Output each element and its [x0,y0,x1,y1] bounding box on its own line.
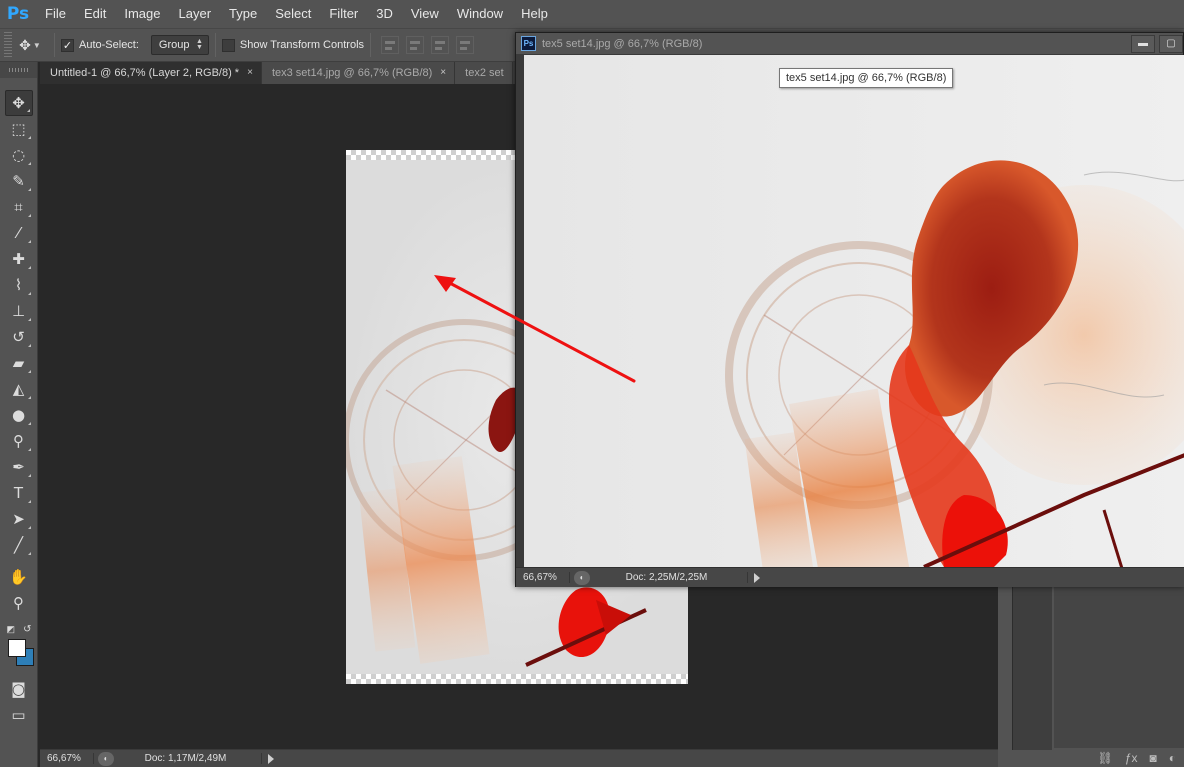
options-grip[interactable] [4,32,12,58]
clone-stamp-tool-icon[interactable]: ⊥ [5,298,33,324]
adjustment-layer-icon[interactable]: ◐ [1169,751,1176,765]
quick-selection-tool-icon[interactable]: ✎ [5,168,33,194]
crop-tool-icon[interactable]: ⌗ [5,194,33,220]
tab-tex3[interactable]: tex3 set14.jpg @ 66,7% (RGB/8) × [261,62,456,84]
document-tabs: Untitled-1 @ 66,7% (Layer 2, RGB/8) * × … [40,62,520,84]
menu-help[interactable]: Help [512,0,557,28]
layer-mask-icon[interactable]: ◙ [1150,751,1157,765]
floating-document-window[interactable]: Ps tex5 set14.jpg @ 66,7% (RGB/8) ▬ ▢ 66… [515,32,1184,587]
proof-icon[interactable]: ◐ [98,751,114,766]
healing-brush-tool-icon[interactable]: ✚ [5,246,33,272]
zoom-level[interactable]: 66,67% [40,753,94,764]
document-size-info: Doc: 1,17M/2,49M [122,753,262,764]
dropdown-value: Group [158,39,190,51]
show-transform-controls-label: Show Transform Controls [239,39,365,51]
link-layers-icon[interactable]: ⛓ [1098,751,1113,765]
menu-bar: Ps File Edit Image Layer Type Select Fil… [0,0,1184,28]
status-bar: 66,67% ◐ Doc: 1,17M/2,49M [40,749,998,767]
paint-bucket-tool-icon[interactable]: ◭ [5,376,33,402]
menu-window[interactable]: Window [448,0,512,28]
status-menu-arrow-icon[interactable] [268,753,274,764]
layers-panel-footer: ⛓ ƒx ◙ ◐ [1054,748,1184,767]
window-title-bar[interactable]: Ps tex5 set14.jpg @ 66,7% (RGB/8) ▬ ▢ [516,33,1183,55]
tab-untitled-1[interactable]: Untitled-1 @ 66,7% (Layer 2, RGB/8) * × [40,62,262,84]
line-tool-icon[interactable]: ╱ [5,532,33,558]
brush-tool-icon[interactable]: ⌇ [5,272,33,298]
tab-label: Untitled-1 @ 66,7% (Layer 2, RGB/8) * [50,67,240,79]
hand-tool-icon[interactable]: ✋ [5,564,33,590]
close-icon[interactable]: × [247,62,253,84]
menu-layer[interactable]: Layer [170,0,221,28]
screen-mode-icon[interactable]: ▭ [5,702,33,728]
tools-panel: ✥ ⬚ ◌ ✎ ⌗ ⁄ ✚ ⌇ ⊥ ↺ ▰ ◭ ● ⚲ ✒ T ➤ ╱ ✋ ⚲ … [0,62,38,767]
menu-3d[interactable]: 3D [367,0,402,28]
tools-panel-grip[interactable] [0,62,37,78]
transparency-checker [346,674,688,684]
zoom-tool-icon[interactable]: ⚲ [5,590,33,616]
panel-strip [1012,585,1052,750]
default-colors-icon[interactable]: ◩ [7,624,16,635]
quick-mask-icon[interactable]: ◙ [5,676,33,702]
align-top-edges-icon[interactable] [381,36,400,54]
window-title: tex5 set14.jpg @ 66,7% (RGB/8) [542,37,703,50]
show-transform-controls-checkbox[interactable] [221,38,235,52]
zoom-level[interactable]: 66,67% [516,572,570,583]
auto-select-checkbox[interactable]: ✓ [61,38,74,52]
history-brush-tool-icon[interactable]: ↺ [5,324,33,350]
eyedropper-tool-icon[interactable]: ⁄ [5,220,33,246]
layers-panel-area [1054,585,1184,748]
color-swatches: ◩ ↺ [4,624,34,668]
move-icon: ✥ [19,36,31,53]
menu-select[interactable]: Select [266,0,320,28]
foreground-color-swatch[interactable] [7,639,26,657]
photoshop-logo: Ps [6,4,30,24]
menu-image[interactable]: Image [115,0,169,28]
tab-label: tex3 set14.jpg @ 66,7% (RGB/8) [271,67,433,79]
chevron-down-icon: ▼ [32,40,41,50]
tool-preset-picker[interactable]: ✥ ▼ [12,32,48,58]
window-title-tooltip: tex5 set14.jpg @ 66,7% (RGB/8) [779,68,954,88]
layer-style-icon[interactable]: ƒx [1125,751,1138,765]
proof-icon[interactable]: ◐ [574,570,590,585]
blur-tool-icon[interactable]: ● [5,402,33,428]
align-bottom-edges-icon[interactable] [431,36,450,54]
status-menu-arrow-icon[interactable] [754,572,760,583]
rectangular-marquee-tool-icon[interactable]: ⬚ [5,116,33,142]
type-tool-icon[interactable]: T [5,480,33,506]
menu-view[interactable]: View [402,0,448,28]
minimize-button[interactable]: ▬ [1131,34,1155,53]
path-selection-tool-icon[interactable]: ➤ [5,506,33,532]
menu-file[interactable]: File [36,0,75,28]
maximize-button[interactable]: ▢ [1159,34,1183,53]
menu-type[interactable]: Type [220,0,266,28]
close-icon[interactable]: × [440,62,446,84]
updown-arrows-icon: ▲ ▼ [195,38,203,51]
pen-tool-icon[interactable]: ✒ [5,454,33,480]
tex5-artwork [524,55,1184,567]
photoshop-document-icon: Ps [521,36,536,51]
document-canvas-tex5[interactable] [524,55,1184,567]
align-vertical-centers-icon[interactable] [406,36,425,54]
menu-edit[interactable]: Edit [75,0,115,28]
align-buttons [381,36,475,54]
swap-colors-icon[interactable]: ↺ [23,624,31,635]
menu-filter[interactable]: Filter [320,0,367,28]
dodge-tool-icon[interactable]: ⚲ [5,428,33,454]
eraser-tool-icon[interactable]: ▰ [5,350,33,376]
document-size-info: Doc: 2,25M/2,25M [598,572,748,583]
auto-select-label: Auto-Select: [79,39,139,51]
move-tool-icon[interactable]: ✥ [4,90,33,116]
divider [54,33,55,57]
tab-label: tex2 set [465,67,504,79]
auto-select-target-dropdown[interactable]: Group ▲ ▼ [150,35,209,55]
align-left-edges-icon[interactable] [456,36,475,54]
window-status-bar: 66,67% ◐ Doc: 2,25M/2,25M [516,567,1184,587]
divider [214,33,216,57]
divider [370,33,372,57]
lasso-tool-icon[interactable]: ◌ [5,142,33,168]
tab-tex2[interactable]: tex2 set [455,62,513,84]
